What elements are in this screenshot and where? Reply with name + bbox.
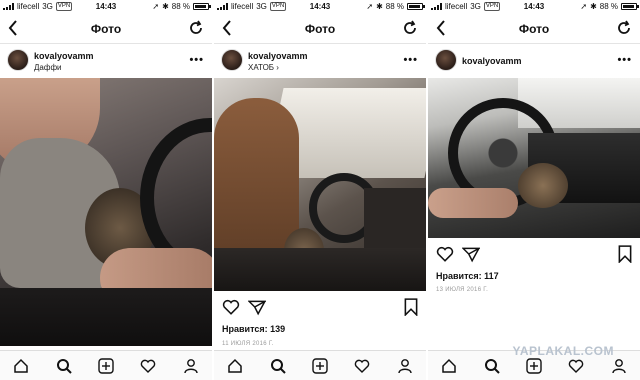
- profile-icon: [398, 358, 412, 373]
- profile-tab[interactable]: [609, 356, 629, 376]
- refresh-icon[interactable]: [402, 20, 418, 36]
- battery-icon: [193, 3, 211, 10]
- username[interactable]: kovalyovamm: [248, 51, 308, 61]
- post-date: 13 ИЮЛЯ 2016 Г.: [436, 287, 489, 293]
- location-arrow-icon: ➚: [580, 2, 588, 11]
- activity-tab[interactable]: [566, 356, 586, 376]
- post-actions: [214, 294, 426, 322]
- battery-icon: [407, 3, 425, 10]
- search-icon: [56, 358, 72, 374]
- nav-bar: Фото: [0, 14, 212, 44]
- post-header: kovalyovamm Даффи •••: [0, 46, 212, 78]
- page-title: Фото: [304, 22, 336, 36]
- heart-icon: [141, 359, 156, 373]
- bluetooth-icon: ✱: [162, 2, 169, 11]
- bookmark-icon[interactable]: [618, 245, 632, 263]
- post-location-text: ХАТОБ: [248, 63, 275, 72]
- avatar[interactable]: [7, 49, 29, 71]
- photo-seat: [214, 248, 426, 291]
- battery-percent: 88 %: [599, 2, 618, 11]
- username[interactable]: kovalyovamm: [462, 56, 522, 66]
- add-icon: [98, 357, 114, 374]
- post-photo[interactable]: [214, 78, 426, 291]
- more-options-icon[interactable]: •••: [403, 54, 418, 66]
- status-bar: lifecell 3G VPN 14:43 ➚ ✱ 88 %: [0, 0, 212, 14]
- search-icon: [270, 358, 286, 374]
- like-heart-icon[interactable]: [222, 298, 240, 316]
- post-header: kovalyovamm ХАТОБ › •••: [214, 46, 426, 78]
- post-photo[interactable]: [0, 78, 212, 346]
- search-icon: [484, 358, 500, 374]
- like-heart-icon[interactable]: [436, 245, 454, 263]
- page-title: Фото: [90, 22, 122, 36]
- search-tab[interactable]: [268, 356, 288, 376]
- profile-tab[interactable]: [395, 356, 415, 376]
- bottom-tab-bar: [0, 350, 212, 380]
- share-send-icon[interactable]: [462, 245, 480, 263]
- post-date: 11 ИЮЛЯ 2016 Г.: [222, 341, 274, 347]
- post-location[interactable]: Даффи: [34, 63, 62, 72]
- avatar[interactable]: [221, 49, 243, 71]
- battery-icon: [621, 3, 639, 10]
- heart-icon: [569, 359, 584, 373]
- username[interactable]: kovalyovamm: [34, 51, 94, 61]
- photo-dashboard: [364, 188, 426, 248]
- screenshots-collage: lifecell 3G VPN 14:43 ➚ ✱ 88 % Фото kova…: [0, 0, 640, 380]
- post-actions: [428, 241, 640, 269]
- home-icon: [14, 358, 28, 373]
- location-arrow-icon: ➚: [366, 2, 374, 11]
- post-photo[interactable]: [428, 78, 640, 238]
- heart-icon: [355, 359, 370, 373]
- activity-tab[interactable]: [352, 356, 372, 376]
- refresh-icon[interactable]: [616, 20, 632, 36]
- phone-screen-2: lifecell 3G VPN 14:43 ➚ ✱ 88 % Фото kova…: [214, 0, 426, 380]
- status-bar: lifecell 3G VPN 14:43 ➚ ✱ 88 %: [214, 0, 426, 14]
- site-watermark: YAPLAKAL.COM: [512, 344, 614, 358]
- location-chevron-icon: ›: [276, 63, 279, 72]
- bluetooth-icon: ✱: [590, 2, 597, 11]
- bookmark-icon[interactable]: [404, 298, 418, 316]
- likes-count[interactable]: Нравится: 117: [436, 271, 499, 281]
- profile-tab[interactable]: [181, 356, 201, 376]
- add-icon: [526, 357, 542, 374]
- add-icon: [312, 357, 328, 374]
- battery-percent: 88 %: [171, 2, 190, 11]
- add-post-tab[interactable]: [96, 356, 116, 376]
- page-title: Фото: [518, 22, 550, 36]
- add-post-tab[interactable]: [524, 356, 544, 376]
- photo-seat: [0, 288, 212, 346]
- phone-screen-1: lifecell 3G VPN 14:43 ➚ ✱ 88 % Фото kova…: [0, 0, 212, 380]
- post-header: kovalyovamm •••: [428, 46, 640, 78]
- status-bar: lifecell 3G VPN 14:43 ➚ ✱ 88 %: [428, 0, 640, 14]
- photo-dog: [518, 163, 568, 208]
- photo-arm: [428, 188, 518, 218]
- home-tab[interactable]: [225, 356, 245, 376]
- more-options-icon[interactable]: •••: [617, 54, 632, 66]
- nav-bar: Фото: [214, 14, 426, 44]
- bluetooth-icon: ✱: [376, 2, 383, 11]
- search-tab[interactable]: [482, 356, 502, 376]
- battery-percent: 88 %: [385, 2, 404, 11]
- home-icon: [228, 358, 242, 373]
- nav-bar: Фото: [428, 14, 640, 44]
- activity-tab[interactable]: [138, 356, 158, 376]
- avatar[interactable]: [435, 49, 457, 71]
- location-arrow-icon: ➚: [152, 2, 160, 11]
- phone-screen-3: lifecell 3G VPN 14:43 ➚ ✱ 88 % Фото kova…: [428, 0, 640, 380]
- search-tab[interactable]: [54, 356, 74, 376]
- more-options-icon[interactable]: •••: [189, 54, 204, 66]
- refresh-icon[interactable]: [188, 20, 204, 36]
- bottom-tab-bar: [214, 350, 426, 380]
- profile-icon: [612, 358, 626, 373]
- home-tab[interactable]: [439, 356, 459, 376]
- add-post-tab[interactable]: [310, 356, 330, 376]
- share-send-icon[interactable]: [248, 298, 266, 316]
- post-location[interactable]: ХАТОБ ›: [248, 63, 279, 72]
- profile-icon: [184, 358, 198, 373]
- likes-count[interactable]: Нравится: 139: [222, 324, 285, 334]
- home-icon: [442, 358, 456, 373]
- home-tab[interactable]: [11, 356, 31, 376]
